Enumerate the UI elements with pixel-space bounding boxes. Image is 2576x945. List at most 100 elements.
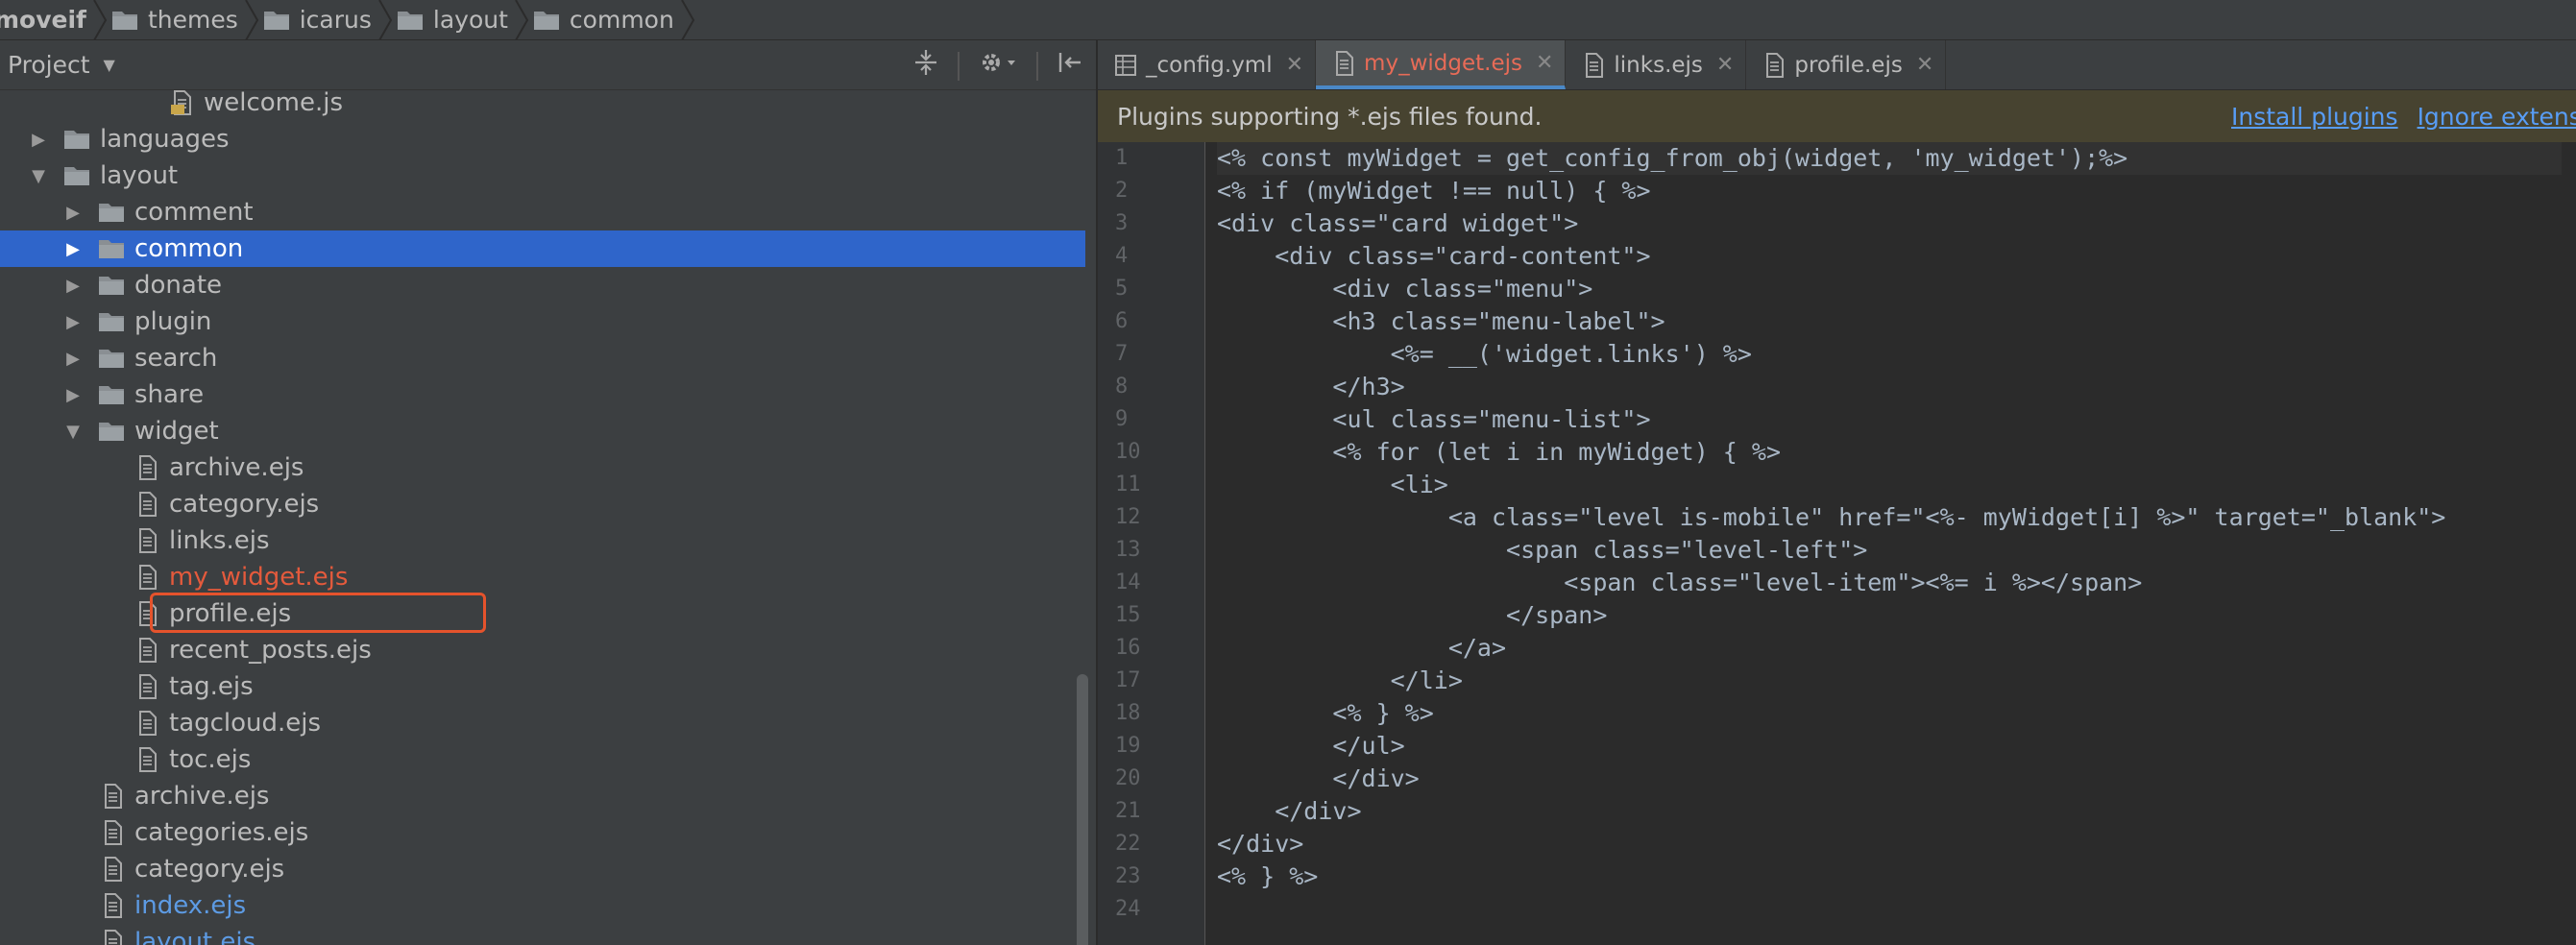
tab-profile-ejs[interactable]: profile.ejs ✕ bbox=[1746, 40, 1947, 89]
collapsed-arrow-icon[interactable]: ▶ bbox=[63, 349, 83, 369]
tree-item-archive-ejs[interactable]: archive.ejs bbox=[0, 778, 1085, 814]
tree-item-categories-ejs[interactable]: categories.ejs bbox=[0, 814, 1085, 851]
tree-item-tag-ejs[interactable]: tag.ejs bbox=[0, 668, 1085, 705]
breadcrumb-label: icarus bbox=[299, 6, 372, 34]
tree-item-tagcloud-ejs[interactable]: tagcloud.ejs bbox=[0, 705, 1085, 741]
tree-item-common[interactable]: ▶ common bbox=[0, 230, 1085, 267]
close-icon[interactable]: ✕ bbox=[1536, 51, 1553, 75]
tab-links-ejs[interactable]: links.ejs ✕ bbox=[1566, 40, 1747, 89]
tab--config-yml[interactable]: _config.yml ✕ bbox=[1098, 40, 1317, 89]
collapsed-arrow-icon[interactable]: ▶ bbox=[63, 312, 83, 332]
tree-item-plugin[interactable]: ▶ plugin bbox=[0, 303, 1085, 340]
tree-item-index-ejs[interactable]: index.ejs bbox=[0, 887, 1085, 924]
close-icon[interactable]: ✕ bbox=[1286, 53, 1303, 77]
ignore-extension-link[interactable]: Ignore extensi bbox=[2418, 103, 2576, 131]
toolbar-divider bbox=[1036, 51, 1038, 81]
code-line: <ul class="menu-list"> bbox=[1217, 405, 1651, 433]
code-line: <% } %> bbox=[1217, 862, 1319, 890]
tree-item-layout-ejs[interactable]: layout.ejs bbox=[0, 924, 1085, 945]
file-icon bbox=[139, 711, 157, 736]
line-number: 8 bbox=[1115, 375, 1129, 399]
code-line: <% if (myWidget !== null) { %> bbox=[1217, 177, 1651, 205]
tab-my-widget-ejs[interactable]: my_widget.ejs ✕ bbox=[1316, 40, 1567, 89]
line-number: 7 bbox=[1115, 342, 1129, 366]
tree-item-widget[interactable]: ▼ widget bbox=[0, 413, 1085, 449]
folder-icon bbox=[533, 11, 559, 30]
tree-item-my-widget-ejs[interactable]: my_widget.ejs bbox=[0, 559, 1085, 595]
tree-item-comment[interactable]: ▶ comment bbox=[0, 194, 1085, 230]
breadcrumb-item[interactable]: icarus bbox=[252, 0, 393, 39]
tree-item-welcome-js[interactable]: welcome.js bbox=[0, 90, 1085, 121]
line-number: 16 bbox=[1115, 636, 1141, 660]
project-view-selector[interactable]: Project bbox=[8, 51, 90, 79]
close-icon[interactable]: ✕ bbox=[1916, 53, 1933, 77]
code-line: <div class="menu"> bbox=[1217, 275, 1593, 303]
breadcrumb-item[interactable]: layout bbox=[385, 0, 529, 39]
code-line: </div> bbox=[1217, 830, 1304, 858]
line-number: 23 bbox=[1115, 864, 1141, 888]
tree-item-category-ejs[interactable]: category.ejs bbox=[0, 851, 1085, 887]
line-number: 3 bbox=[1115, 211, 1129, 235]
tree-item-label: plugin bbox=[134, 307, 212, 336]
gear-icon[interactable] bbox=[979, 48, 1017, 84]
tree-item-label: welcome.js bbox=[204, 90, 344, 117]
folder-icon bbox=[263, 11, 289, 30]
code-line: <span class="level-item"><%= i %></span> bbox=[1217, 569, 2143, 596]
install-plugins-link[interactable]: Install plugins bbox=[2231, 103, 2398, 131]
close-icon[interactable]: ✕ bbox=[1716, 53, 1734, 77]
breadcrumb-item[interactable]: common bbox=[522, 0, 694, 39]
folder-icon bbox=[397, 11, 423, 30]
file-icon bbox=[139, 528, 157, 553]
expanded-arrow-icon[interactable]: ▼ bbox=[63, 422, 83, 442]
line-number: 1 bbox=[1115, 146, 1129, 170]
breadcrumb-item[interactable]: moveif bbox=[0, 0, 108, 39]
collapsed-arrow-icon[interactable]: ▶ bbox=[63, 203, 83, 223]
tree-scrollbar[interactable] bbox=[1077, 674, 1088, 945]
folder-icon bbox=[64, 167, 89, 185]
chevron-down-icon[interactable]: ▼ bbox=[104, 56, 115, 74]
file-icon bbox=[1586, 52, 1604, 78]
code-line: <a class="level is-mobile" href="<%- myW… bbox=[1217, 503, 2446, 531]
code-line: <h3 class="menu-label"> bbox=[1217, 307, 1665, 335]
line-number: 13 bbox=[1115, 538, 1141, 562]
folder-icon bbox=[111, 11, 137, 30]
tree-item-share[interactable]: ▶ share bbox=[0, 376, 1085, 413]
tree-item-label: recent_posts.ejs bbox=[169, 636, 372, 665]
tree-item-label: layout bbox=[100, 161, 179, 190]
hide-panel-icon[interactable] bbox=[1057, 48, 1082, 84]
line-number-gutter: 1 2 3 4 5 6 7 8 9 10 11 12 13 14 15 16 17 18 19 20 21 22 23 24 bbox=[1098, 142, 1205, 945]
line-number: 17 bbox=[1115, 668, 1141, 692]
file-icon bbox=[105, 857, 122, 882]
code-line: </span> bbox=[1217, 601, 1608, 629]
collapsed-arrow-icon[interactable]: ▶ bbox=[63, 276, 83, 296]
folder-icon bbox=[64, 131, 89, 149]
tree-item-links-ejs[interactable]: links.ejs bbox=[0, 522, 1085, 559]
tree-item-recent-posts-ejs[interactable]: recent_posts.ejs bbox=[0, 632, 1085, 668]
highlight-annotation bbox=[150, 593, 486, 633]
collapsed-arrow-icon[interactable]: ▶ bbox=[63, 239, 83, 259]
tree-item-label: category.ejs bbox=[134, 855, 285, 884]
collapsed-arrow-icon[interactable]: ▶ bbox=[29, 130, 48, 150]
tree-item-layout[interactable]: ▼ layout bbox=[0, 158, 1085, 194]
toolbar-divider bbox=[958, 51, 960, 81]
tree-item-label: archive.ejs bbox=[134, 782, 270, 811]
breadcrumb-item[interactable]: themes bbox=[100, 0, 258, 39]
collapse-all-icon[interactable] bbox=[913, 48, 938, 84]
table-icon bbox=[1115, 54, 1136, 76]
project-tree: welcome.js ▶ languages ▼ layout ▶ comment ▶ comm… bbox=[0, 90, 1085, 945]
expanded-arrow-icon[interactable]: ▼ bbox=[29, 166, 48, 186]
tree-item-donate[interactable]: ▶ donate bbox=[0, 267, 1085, 303]
folder-icon bbox=[99, 240, 124, 258]
code-line: </a> bbox=[1217, 634, 1507, 662]
tree-item-category-ejs[interactable]: category.ejs bbox=[0, 486, 1085, 522]
tree-item-label: category.ejs bbox=[169, 490, 320, 519]
tab-label: profile.ejs bbox=[1794, 52, 1903, 78]
tree-item-toc-ejs[interactable]: toc.ejs bbox=[0, 741, 1085, 778]
tree-item-languages[interactable]: ▶ languages bbox=[0, 121, 1085, 158]
code-editor[interactable]: 1 2 3 4 5 6 7 8 9 10 11 12 13 14 15 16 17 18 19 20 21 22 23 24 … bbox=[1098, 142, 2576, 945]
breadcrumb: moveif themes icarus layout common bbox=[0, 0, 2576, 40]
tree-item-label: donate bbox=[134, 271, 223, 300]
collapsed-arrow-icon[interactable]: ▶ bbox=[63, 385, 83, 405]
tree-item-archive-ejs[interactable]: archive.ejs bbox=[0, 449, 1085, 486]
tree-item-search[interactable]: ▶ search bbox=[0, 340, 1085, 376]
